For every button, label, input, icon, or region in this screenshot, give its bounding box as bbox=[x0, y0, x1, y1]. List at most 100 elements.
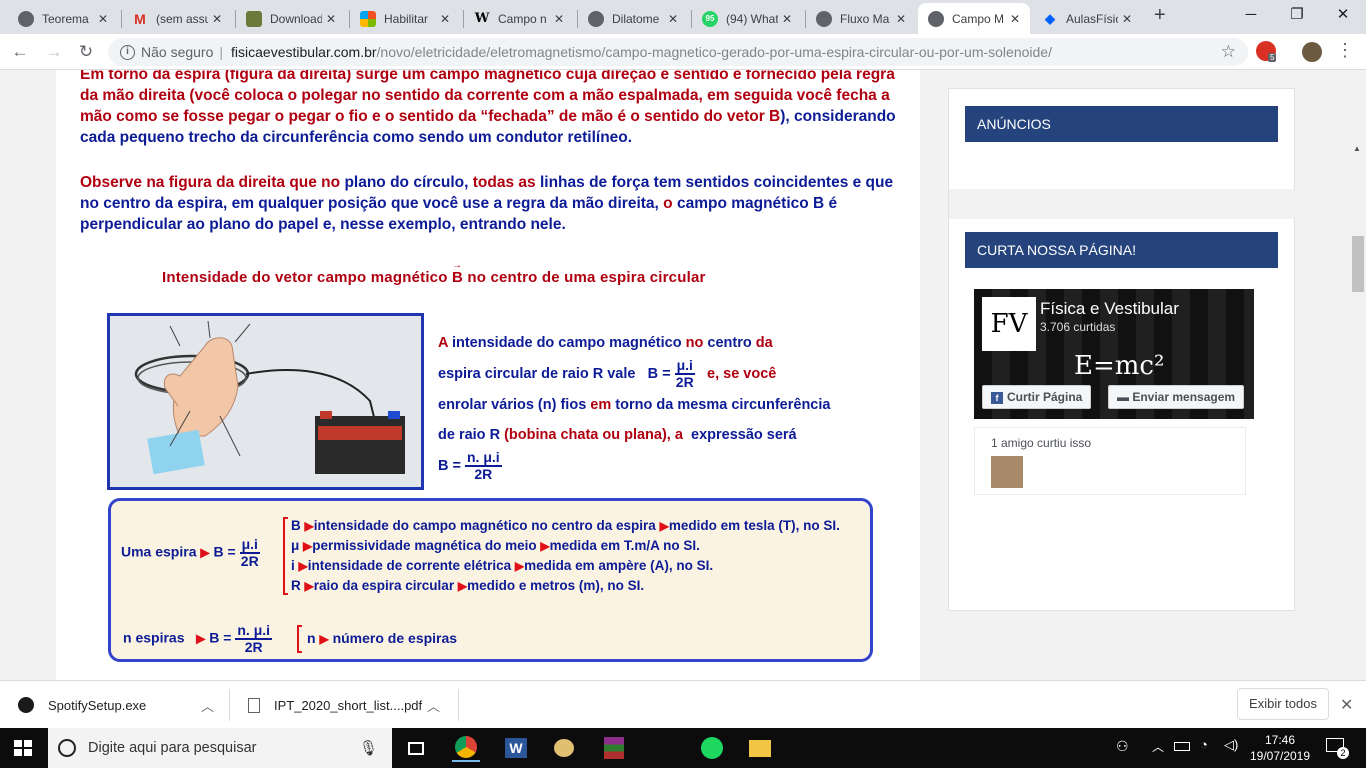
message-icon: ▬ bbox=[1117, 390, 1133, 404]
minimize-button[interactable]: ─ bbox=[1228, 0, 1274, 30]
formula-legend-box: Uma espira ▶ B = μ.i 2R B ▶intensidade do… bbox=[108, 498, 873, 662]
file-explorer-taskbar-icon[interactable] bbox=[746, 734, 774, 762]
windows-start-icon[interactable] bbox=[14, 740, 32, 756]
show-all-downloads-button[interactable]: Exibir todos bbox=[1237, 688, 1329, 720]
new-tab-button[interactable]: + bbox=[1154, 4, 1166, 27]
tab-4[interactable]: W Campo n ✕ bbox=[464, 3, 574, 34]
tab-title: Fluxo Ma bbox=[840, 11, 890, 26]
spotify-taskbar-icon[interactable] bbox=[698, 734, 726, 762]
taskbar-clock[interactable]: 17:46 19/07/2019 bbox=[1248, 732, 1312, 764]
formula-fraction-single: μ.i 2R bbox=[674, 357, 695, 390]
address-bar[interactable]: i Não seguro | fisicaevestibular.com.br /… bbox=[108, 38, 1248, 66]
fb-friends-box: 1 amigo curtiu isso bbox=[974, 427, 1246, 495]
fb-like-page-button[interactable]: f Curtir Página bbox=[982, 385, 1092, 409]
task-view-icon[interactable] bbox=[402, 734, 430, 762]
close-tab-icon[interactable]: ✕ bbox=[94, 12, 112, 26]
browser-toolbar: ← → ↻ i Não seguro | fisicaevestibular.c… bbox=[0, 34, 1366, 70]
close-tab-icon[interactable]: ✕ bbox=[1118, 12, 1136, 26]
page-scrollbar[interactable]: ▲ ▼ bbox=[1350, 140, 1366, 680]
facebook-page-plugin[interactable]: FV Física e Vestibular 3.706 curtidas E=… bbox=[974, 289, 1254, 419]
fb-send-message-button[interactable]: ▬ Enviar mensagem bbox=[1108, 385, 1245, 409]
tab-title: Dilatome bbox=[612, 11, 660, 26]
vector-b-symbol: → B bbox=[769, 104, 781, 125]
tab-strip: Teorema✕M(sem assunto)✕Download✕Habilita… bbox=[0, 0, 1366, 34]
tab-title: Teorema bbox=[42, 11, 89, 26]
close-tab-icon[interactable]: ✕ bbox=[892, 12, 910, 26]
url-host: fisicaevestibular.com.br bbox=[231, 44, 377, 60]
pdf-file-icon bbox=[248, 697, 260, 713]
extension-icon[interactable]: 5 bbox=[1256, 41, 1277, 62]
widget-header-curta: CURTA NOSSA PÁGINA! bbox=[965, 232, 1278, 268]
maximize-button[interactable]: ❐ bbox=[1274, 0, 1320, 30]
close-window-button[interactable]: ✕ bbox=[1320, 0, 1366, 30]
chrome-taskbar-icon[interactable] bbox=[452, 734, 480, 762]
tab-title: Campo n bbox=[498, 11, 547, 26]
paint-taskbar-icon[interactable] bbox=[550, 734, 578, 762]
tab-8[interactable]: Campo M ✕ bbox=[918, 3, 1030, 34]
tab-3[interactable]: Habilitar ✕ bbox=[350, 3, 460, 34]
tab-9[interactable]: ◆ AulasFísic ✕ bbox=[1032, 3, 1142, 34]
reload-button[interactable]: ↻ bbox=[74, 40, 98, 64]
tab-title: Download bbox=[270, 11, 322, 26]
tab-6[interactable]: 95 (94) What ✕ bbox=[692, 3, 802, 34]
hand-loop-battery-image bbox=[107, 313, 424, 490]
close-tab-icon[interactable]: ✕ bbox=[436, 12, 454, 26]
chevron-up-icon[interactable]: ︿ bbox=[1152, 738, 1164, 755]
fb-likes-count: 3.706 curtidas bbox=[1040, 320, 1116, 334]
download-item-1[interactable]: IPT_2020_short_list....pdf ︿ bbox=[248, 681, 444, 729]
dropbox-icon: ◆ bbox=[1045, 10, 1055, 26]
star-icon[interactable]: ☆ bbox=[1221, 42, 1236, 62]
wifi-icon[interactable]: ◔ bbox=[1200, 737, 1208, 752]
close-tab-icon[interactable]: ✕ bbox=[550, 12, 568, 26]
friend-avatar[interactable] bbox=[991, 456, 1023, 488]
microphone-icon[interactable]: 🎙 bbox=[359, 739, 378, 757]
close-tab-icon[interactable]: ✕ bbox=[1006, 12, 1024, 26]
chevron-up-icon[interactable]: ︿ bbox=[201, 696, 214, 715]
tab-title: (94) What bbox=[726, 11, 778, 26]
tab-0[interactable]: Teorema ✕ bbox=[8, 3, 118, 34]
sidebar: ANÚNCIOS CURTA NOSSA PÁGINA! FV Física e… bbox=[948, 88, 1296, 611]
windows-taskbar: Digite aqui para pesquisar 🎙 W ⚇ ︿ ◔ ◁) … bbox=[0, 728, 1366, 768]
tab-1[interactable]: M (sem assunto)✕ bbox=[122, 3, 232, 34]
info-icon[interactable]: i bbox=[120, 44, 135, 60]
taskbar-search[interactable]: Digite aqui para pesquisar 🎙 bbox=[48, 728, 392, 768]
download-site-icon bbox=[246, 10, 262, 27]
notification-center-icon[interactable]: 2 bbox=[1326, 738, 1349, 759]
tab-title: AulasFísic bbox=[1066, 11, 1118, 26]
people-icon[interactable]: ⚇ bbox=[1116, 738, 1129, 755]
wikipedia-icon: W bbox=[474, 11, 490, 26]
battery-icon[interactable] bbox=[1174, 742, 1190, 751]
download-item-0[interactable]: SpotifySetup.exe ︿ bbox=[18, 681, 218, 729]
close-tab-icon[interactable]: ✕ bbox=[208, 12, 226, 26]
tab-7[interactable]: Fluxo Ma ✕ bbox=[806, 3, 916, 34]
volume-icon[interactable]: ◁) bbox=[1224, 737, 1238, 753]
close-tab-icon[interactable]: ✕ bbox=[322, 12, 340, 26]
paragraph-plano-circulo: Observe na figura da direita que no plan… bbox=[80, 174, 894, 233]
close-icon[interactable]: ✕ bbox=[1340, 695, 1353, 715]
scrollbar-thumb[interactable] bbox=[1352, 236, 1364, 292]
winrar-taskbar-icon[interactable] bbox=[600, 734, 628, 762]
globe-icon bbox=[18, 10, 34, 27]
back-button[interactable]: ← bbox=[8, 40, 32, 64]
figure-explanation: A intensidade do campo magnético no cent… bbox=[438, 335, 831, 482]
word-taskbar-icon[interactable]: W bbox=[502, 734, 530, 762]
spotify-installer-icon bbox=[18, 697, 34, 713]
tab-2[interactable]: Download ✕ bbox=[236, 3, 346, 34]
facebook-icon: f bbox=[991, 391, 1003, 404]
forward-button[interactable]: → bbox=[42, 40, 66, 64]
globe-icon bbox=[816, 10, 832, 27]
download-shelf: SpotifySetup.exe ︿ IPT_2020_short_list..… bbox=[0, 680, 1366, 728]
fb-page-logo: FV bbox=[982, 297, 1036, 351]
gmail-icon: M bbox=[134, 10, 146, 27]
legend-row: R ▶raio da espira circular ▶medido e met… bbox=[291, 578, 645, 593]
close-tab-icon[interactable]: ✕ bbox=[778, 12, 796, 26]
menu-icon[interactable]: ⋮ bbox=[1336, 40, 1354, 61]
tab-5[interactable]: Dilatome ✕ bbox=[578, 3, 688, 34]
tab-title: Campo M bbox=[952, 11, 1005, 26]
globe-icon bbox=[928, 10, 944, 27]
close-tab-icon[interactable]: ✕ bbox=[664, 12, 682, 26]
chevron-up-icon[interactable]: ︿ bbox=[427, 696, 440, 715]
profile-avatar[interactable] bbox=[1302, 42, 1322, 62]
tab-title: Habilitar bbox=[384, 11, 429, 26]
fb-page-name[interactable]: Física e Vestibular bbox=[1040, 299, 1179, 319]
